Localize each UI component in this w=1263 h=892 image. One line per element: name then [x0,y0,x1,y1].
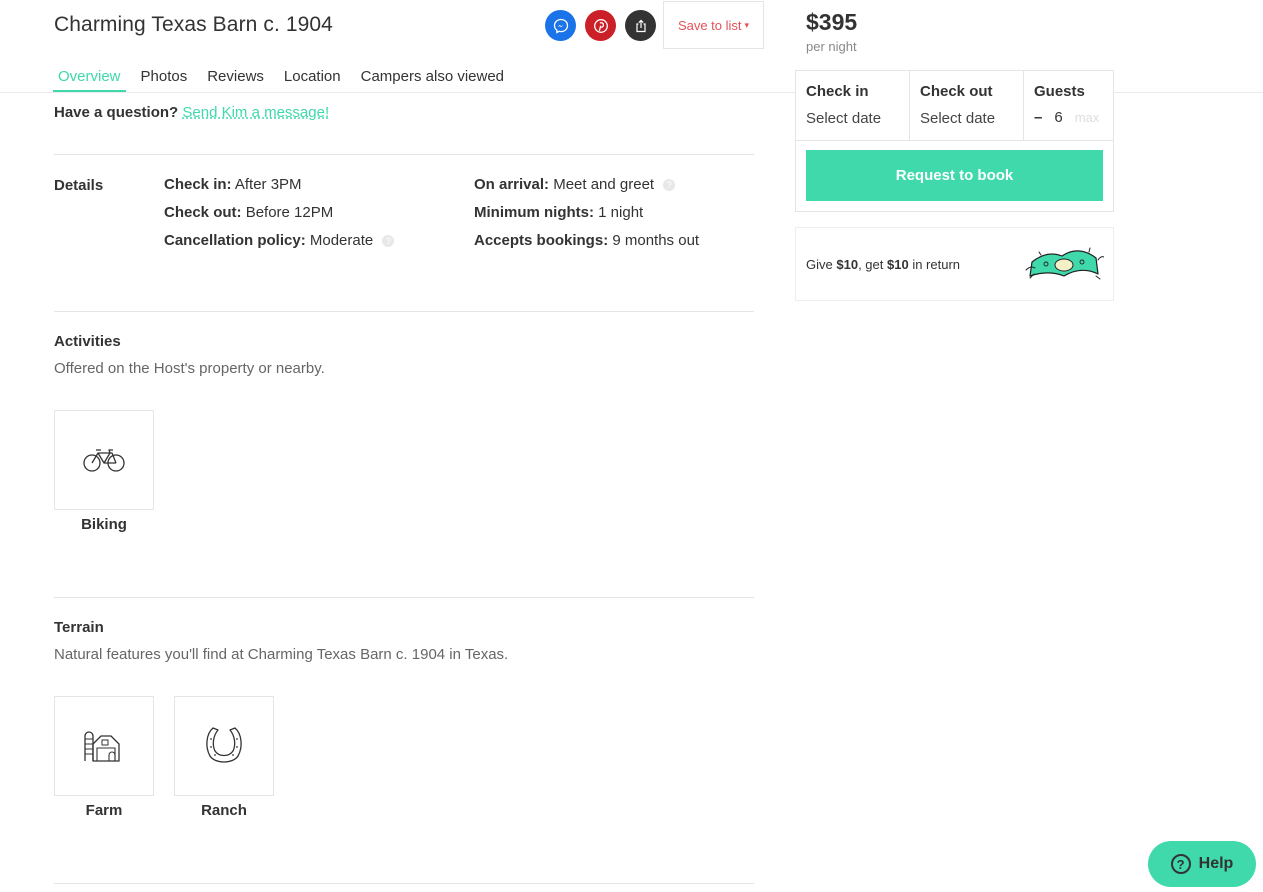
pinterest-share-button[interactable] [585,10,616,41]
detail-label: Cancellation policy: [164,232,306,249]
tab-campers-also-viewed[interactable]: Campers also viewed [356,68,509,92]
guests-decrement-button[interactable]: – [1034,109,1042,126]
messenger-icon [553,18,568,34]
guests-count: 6 [1054,109,1063,126]
save-to-list-button[interactable]: Save to list ▾ [663,1,764,49]
referral-text: Give $10, get $10 in return [806,257,960,272]
tab-location[interactable]: Location [279,68,346,92]
detail-value: 1 night [598,204,644,221]
request-to-book-button[interactable]: Request to book [806,150,1103,201]
host-question: Have a question? Send Kim a message! [54,104,329,121]
messenger-share-button[interactable] [545,10,576,41]
detail-accepts-bookings: Accepts bookings: 9 months out [474,232,699,249]
share-icon [635,19,646,32]
section-tabs: Overview Photos Reviews Location Campers… [53,68,519,92]
page-title: Charming Texas Barn c. 1904 [54,13,333,36]
per-night-label: per night [806,39,857,54]
detail-cancellation: Cancellation policy: Moderate ? [164,232,395,249]
question-mark-icon: ? [1170,854,1191,874]
tab-overview[interactable]: Overview [53,68,126,92]
detail-arrival: On arrival: Meet and greet ? [474,176,676,193]
help-tooltip-icon[interactable]: ? [663,179,676,192]
booking-widget: Check in Select date Check out Select da… [795,70,1114,212]
question-prompt: Have a question? [54,104,179,121]
detail-value: Meet and greet [553,176,655,193]
activities-subtitle: Offered on the Host's property or nearby… [54,360,325,377]
bicycle-icon [83,449,125,472]
divider [54,597,754,598]
tab-photos[interactable]: Photos [136,68,193,92]
guests-stepper: – 6 max [1034,109,1099,126]
tab-reviews[interactable]: Reviews [202,68,269,92]
detail-check-out: Check out: Before 12PM [164,204,333,221]
check-out-label: Check out [920,83,993,100]
nightly-price: $395 [806,9,858,35]
guests-label: Guests [1034,83,1085,100]
check-in-date[interactable]: Select date [806,110,881,127]
horseshoe-icon [206,727,242,763]
help-label: Help [1198,855,1234,872]
referral-card[interactable]: Give $10, get $10 in return [795,227,1114,301]
help-button[interactable]: ? Help [1148,841,1256,887]
detail-label: Accepts bookings: [474,232,609,249]
pinterest-icon [593,18,608,33]
divider [54,154,754,155]
details-heading: Details [54,177,104,194]
divider [54,311,754,312]
check-out-date[interactable]: Select date [920,110,995,127]
referral-give: Give [806,257,833,272]
detail-value: After 3PM [234,176,302,193]
check-in-field[interactable]: Check in Select date [796,71,910,140]
detail-value: Moderate [309,232,374,249]
activity-tile-biking[interactable] [54,410,154,510]
terrain-tile-farm[interactable] [54,696,154,796]
farm-icon [84,731,120,762]
detail-check-in: Check in: After 3PM [164,176,302,193]
activity-label: Biking [81,516,127,533]
referral-tail: in return [912,257,961,272]
detail-label: Check out: [164,204,242,221]
terrain-subtitle: Natural features you'll find at Charming… [54,646,509,663]
detail-min-nights: Minimum nights: 1 night [474,204,643,221]
terrain-label: Ranch [201,802,247,819]
guests-max-label: max [1074,110,1100,125]
referral-get-amount: $10 [886,257,909,272]
referral-give-amount: $10 [836,257,859,272]
help-tooltip-icon[interactable]: ? [382,235,395,248]
detail-label: On arrival: [474,176,550,193]
detail-label: Check in: [164,176,232,193]
terrain-tile-ranch[interactable] [174,696,274,796]
money-illustration-icon [1025,247,1104,280]
divider [54,883,754,884]
activities-heading: Activities [54,333,121,350]
detail-value: 9 months out [612,232,700,249]
send-message-link[interactable]: Send Kim a message! [182,104,329,121]
guests-field: Guests – 6 max [1024,71,1114,140]
save-to-list-label: Save to list [677,17,742,33]
detail-value: Before 12PM [245,204,334,221]
terrain-heading: Terrain [54,619,104,636]
check-in-label: Check in [806,83,869,100]
terrain-label: Farm [85,802,123,819]
share-button[interactable] [625,10,656,41]
booking-divider [796,140,1113,141]
chevron-down-icon: ▾ [744,19,750,30]
referral-get: , get [858,257,884,272]
check-out-field[interactable]: Check out Select date [910,71,1024,140]
detail-label: Minimum nights: [474,204,594,221]
